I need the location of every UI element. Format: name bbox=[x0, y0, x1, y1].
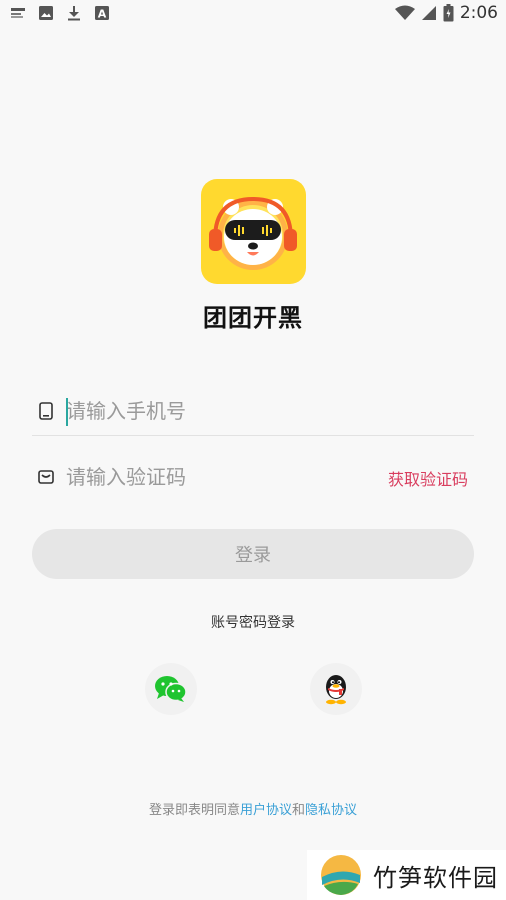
code-field[interactable]: 获取验证码 bbox=[32, 454, 474, 502]
battery-icon bbox=[443, 4, 454, 22]
bamboo-logo-icon bbox=[321, 855, 361, 895]
message-icon bbox=[38, 470, 54, 484]
status-right-icons: 2:06 bbox=[394, 3, 498, 23]
status-bar: A 2:06 bbox=[0, 0, 506, 28]
get-code-button[interactable]: 获取验证码 bbox=[388, 466, 468, 490]
status-left-icons: A bbox=[10, 5, 110, 21]
wechat-login-button[interactable] bbox=[145, 663, 197, 715]
login-button[interactable]: 登录 bbox=[32, 529, 474, 579]
wifi-icon bbox=[394, 5, 415, 20]
user-agreement-link[interactable]: 用户协议 bbox=[240, 803, 292, 818]
text-cursor bbox=[66, 398, 68, 426]
watermark: 竹笋软件园 bbox=[307, 850, 506, 900]
app-name: 团团开黑 bbox=[203, 304, 303, 332]
code-input[interactable] bbox=[66, 462, 396, 492]
status-time: 2:06 bbox=[459, 3, 498, 23]
phone-input[interactable] bbox=[66, 396, 396, 426]
account-password-login-link[interactable]: 账号密码登录 bbox=[0, 612, 506, 632]
wechat-icon bbox=[155, 676, 187, 702]
agreement-prefix: 登录即表明同意 bbox=[148, 803, 240, 818]
agreement-text: 登录即表明同意用户协议和隐私协议 bbox=[0, 799, 506, 818]
watermark-text: 竹笋软件园 bbox=[373, 863, 498, 892]
privacy-agreement-link[interactable]: 隐私协议 bbox=[305, 803, 357, 818]
image-icon bbox=[39, 6, 53, 20]
account-password-login-label[interactable]: 账号密码登录 bbox=[211, 615, 295, 631]
app-logo bbox=[201, 179, 306, 284]
agreement-and: 和 bbox=[292, 803, 306, 818]
a-icon: A bbox=[95, 6, 109, 21]
svg-text:A: A bbox=[98, 8, 107, 21]
panda-headphones-logo bbox=[209, 196, 297, 270]
download-icon bbox=[68, 6, 80, 21]
qq-icon bbox=[326, 675, 346, 705]
qq-login-button[interactable] bbox=[310, 663, 362, 715]
phone-field[interactable] bbox=[32, 388, 474, 436]
signal-icon bbox=[421, 6, 436, 20]
notification-icon bbox=[11, 8, 25, 18]
phone-icon bbox=[39, 402, 53, 420]
